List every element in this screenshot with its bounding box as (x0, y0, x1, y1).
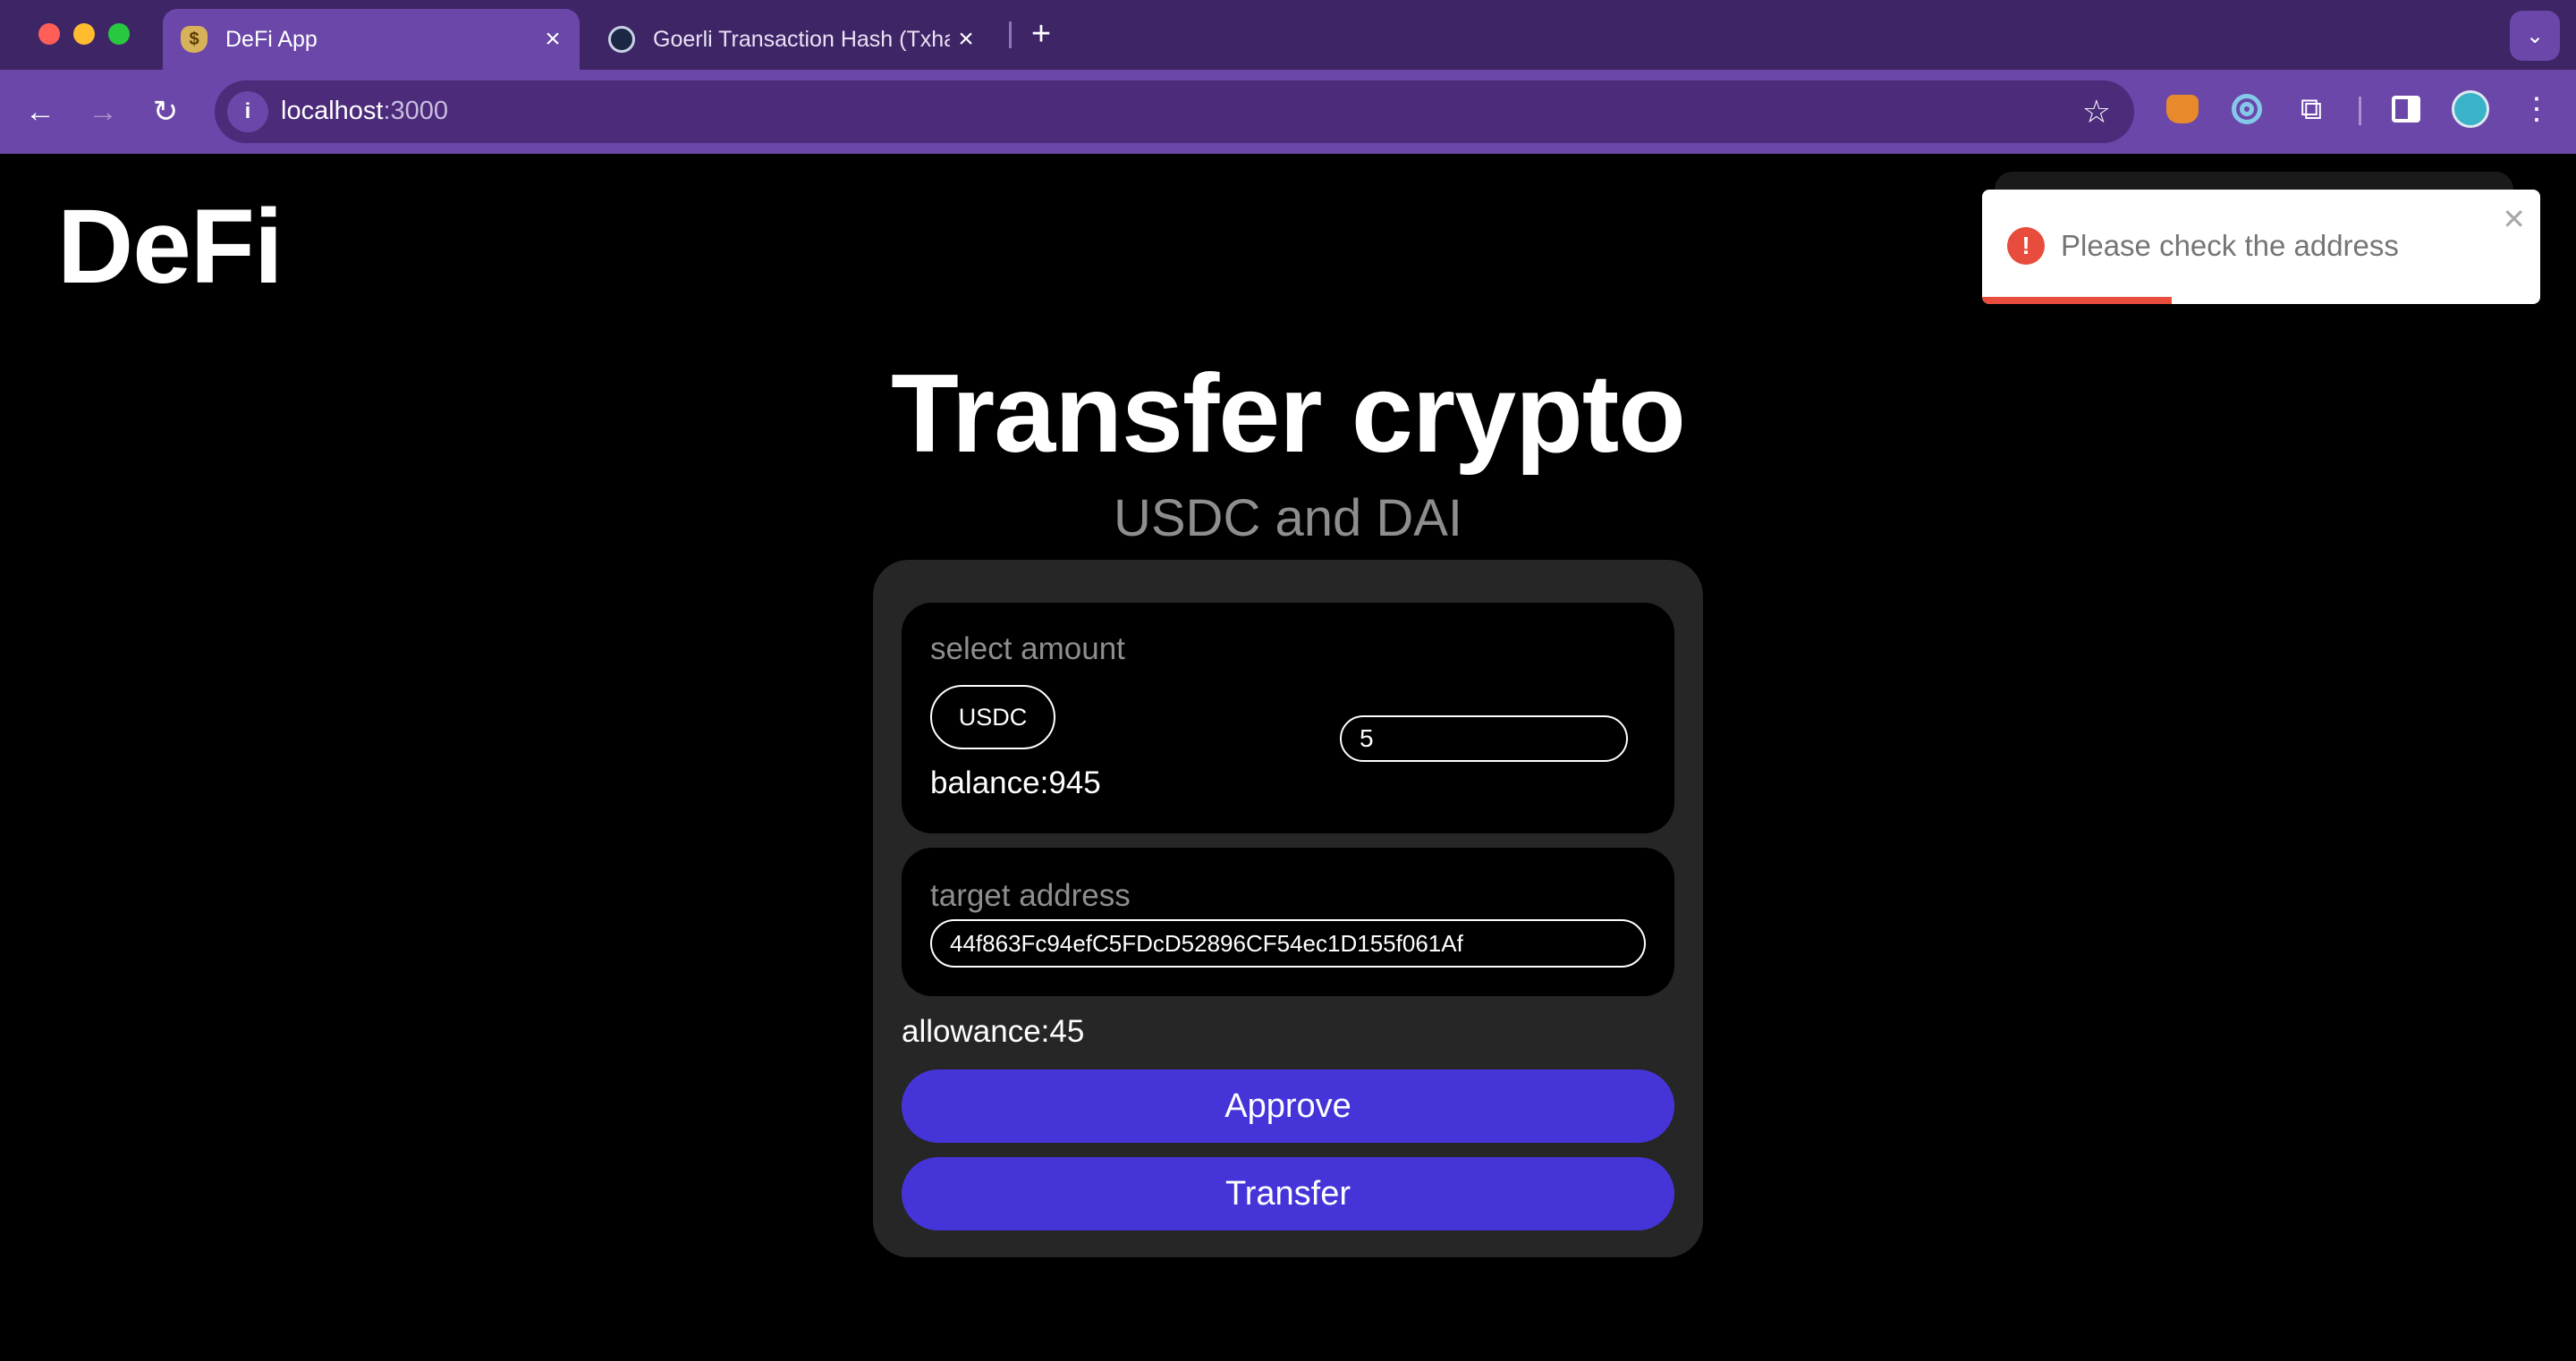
moneybag-icon: $ (181, 26, 208, 53)
toolbar-separator (2359, 97, 2361, 125)
amount-panel: select amount USDC balance:945 (902, 603, 1674, 833)
metamask-extension-icon[interactable] (2163, 89, 2202, 129)
page: DeFi Transfer crypto USDC and DAI select… (0, 154, 2576, 1361)
allowance-text: allowance:45 (902, 1014, 1085, 1049)
toast-progress-bar (1982, 297, 2173, 304)
close-icon[interactable]: × (537, 23, 569, 55)
extension-ring-icon[interactable] (2227, 89, 2267, 129)
new-tab-button[interactable]: + (1023, 15, 1059, 53)
tab-search-button[interactable]: ⌄ (2510, 11, 2560, 61)
browser-chrome: $ DeFi App × Goerli Transaction Hash (Tx… (0, 0, 2576, 154)
token-select-button[interactable]: USDC (930, 685, 1055, 749)
error-toast: ! Please check the address ✕ (1982, 190, 2540, 304)
tab-strip: $ DeFi App × Goerli Transaction Hash (Tx… (0, 0, 2576, 70)
tab-defi-app[interactable]: $ DeFi App × (163, 9, 580, 70)
transfer-card: select amount USDC balance:945 target ad… (873, 560, 1703, 1257)
transfer-button[interactable]: Transfer (902, 1157, 1674, 1230)
browser-menu-icon[interactable]: ⋮ (2517, 89, 2556, 129)
bookmark-star-icon[interactable]: ☆ (2082, 93, 2111, 131)
amount-label: select amount (930, 631, 1125, 666)
page-title: Transfer crypto (891, 352, 1686, 476)
site-info-icon[interactable]: i (227, 91, 268, 132)
target-address-label: target address (930, 878, 1131, 913)
window-close-button[interactable] (38, 23, 60, 45)
tab-separator (1009, 21, 1012, 48)
target-panel: target address (902, 848, 1674, 996)
tab-title: Goerli Transaction Hash (Txha (653, 26, 950, 52)
close-icon[interactable]: × (950, 23, 982, 55)
url-host: localhost (281, 97, 384, 125)
balance-text: balance:945 (930, 765, 1101, 800)
amount-input[interactable] (1340, 715, 1628, 762)
url-port: :3000 (383, 97, 449, 125)
app-logo: DeFi (57, 188, 284, 306)
address-bar[interactable]: i localhost:3000 ☆ (215, 80, 2134, 143)
side-panel-icon[interactable] (2386, 89, 2426, 129)
ethereum-icon (608, 26, 635, 53)
window-zoom-button[interactable] (108, 23, 130, 45)
back-button[interactable]: ← (16, 88, 64, 136)
reload-button[interactable]: ↻ (141, 88, 190, 136)
toast-close-icon[interactable]: ✕ (2502, 202, 2526, 236)
toast-message: Please check the address (2061, 229, 2399, 262)
url-text: localhost:3000 (281, 97, 448, 126)
tab-goerli-transaction[interactable]: Goerli Transaction Hash (Txha × (590, 9, 993, 70)
error-icon: ! (2007, 227, 2045, 265)
forward-button[interactable]: → (79, 88, 127, 136)
window-minimize-button[interactable] (73, 23, 95, 45)
profile-avatar[interactable] (2451, 89, 2490, 129)
extensions-puzzle-icon[interactable]: ⧉ (2292, 89, 2331, 129)
tab-title: DeFi App (225, 26, 318, 52)
target-address-input[interactable] (930, 919, 1646, 968)
approve-button[interactable]: Approve (902, 1069, 1674, 1143)
page-subtitle: USDC and DAI (1113, 489, 1463, 547)
